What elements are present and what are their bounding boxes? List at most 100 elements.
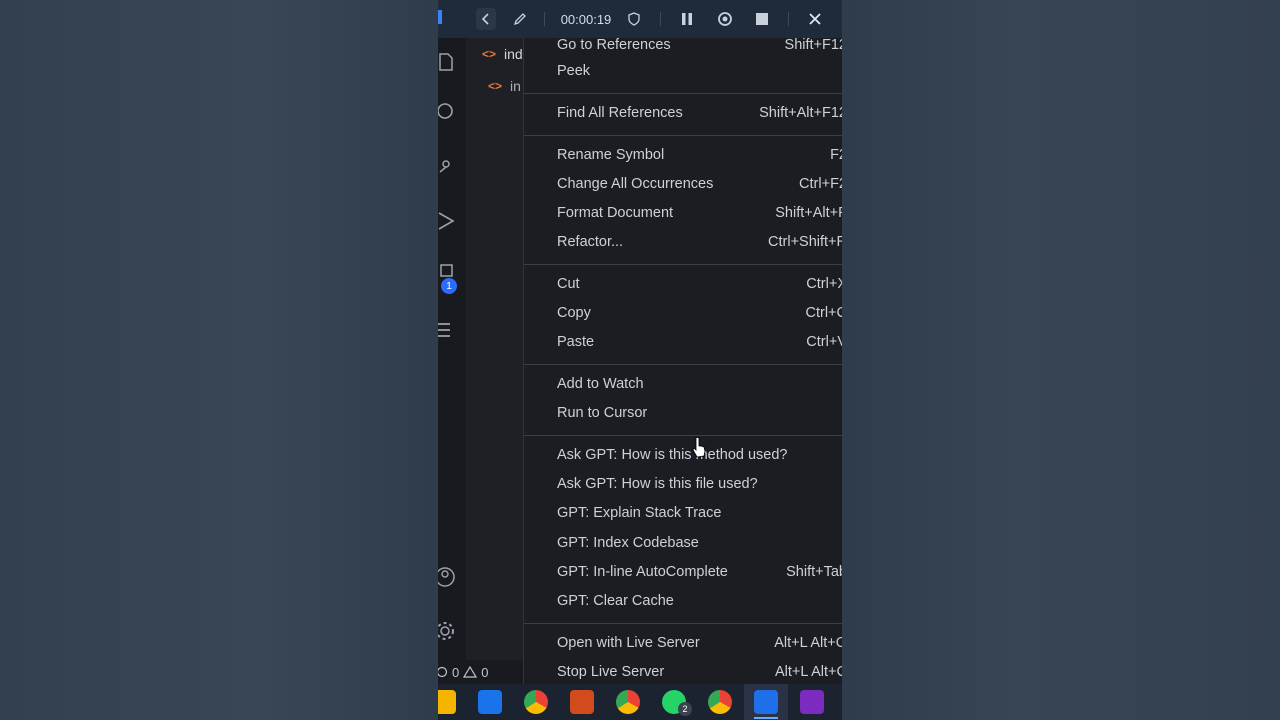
menu-item-shortcut: Shift+Tab [786,564,842,580]
warning-count: 0 [481,664,489,680]
menu-item[interactable]: GPT: Clear Cache [557,590,842,612]
html-file-icon: <> [488,79,503,93]
menu-item[interactable]: Run to Cursor [557,402,842,424]
run-debug-icon[interactable] [438,210,460,232]
chrome-profile-icon[interactable] [616,690,640,714]
menu-separator [524,93,842,94]
menu-item-shortcut: Ctrl+V [806,334,842,350]
pencil-icon [513,13,526,26]
menu-item-shortcut: Shift+Alt+F12 [759,105,842,121]
active-app-indicator [754,717,778,719]
pause-icon [682,13,692,25]
background-right [842,0,1280,720]
error-icon [438,666,448,678]
collapse-button[interactable] [476,8,496,30]
problems-indicator[interactable]: 0 0 [438,665,488,680]
menu-item[interactable]: GPT: Explain Stack Trace [557,502,842,524]
recorder-accent [438,10,442,24]
menu-item-label: GPT: Explain Stack Trace [557,505,722,521]
search-icon[interactable] [438,100,460,122]
menu-item-label: Ask GPT: How is this method used? [557,447,788,463]
windows-icon[interactable] [438,690,456,714]
menu-item-label: Peek [557,63,591,79]
stop-icon [756,13,768,25]
menu-item[interactable]: Refactor... Ctrl+Shift+R [557,231,842,253]
tab-label: ind [504,46,523,62]
editor-tab[interactable]: <> ind [482,46,523,62]
menu-item[interactable]: Rename SymbolF2 [557,144,842,166]
menu-separator [524,435,842,436]
chevron-left-icon [481,13,489,25]
shield-button[interactable] [624,8,644,30]
toolbar-divider [660,12,661,26]
menu-list-icon[interactable] [438,320,460,342]
error-count: 0 [452,664,460,680]
restart-button[interactable] [714,8,736,30]
account-icon[interactable] [438,566,460,588]
menu-item-shortcut: Ctrl+C [805,305,843,321]
warning-icon [463,666,478,678]
draw-button[interactable] [510,8,530,30]
menu-item[interactable]: Open with Live Server Alt+L Alt+O [557,632,842,654]
menu-item[interactable]: Ask GPT: How is this file used? [557,473,842,495]
menu-item-label: GPT: Index Codebase [557,535,699,551]
shield-icon [628,12,640,26]
menu-separator [524,623,842,624]
restart-icon [718,12,732,26]
taskbar: 2 [438,684,842,720]
background-left [0,0,438,720]
source-control-icon[interactable] [438,156,460,178]
breadcrumb[interactable]: <> in [488,78,521,94]
breadcrumb-label: in [510,78,521,94]
menu-item[interactable]: Format Document Shift+Alt+F [557,202,842,224]
menu-item[interactable]: Copy Ctrl+C [557,302,842,324]
menu-item-shortcut: Ctrl+X [806,276,842,292]
recording-timer: 00:00:19 [560,11,612,27]
chrome-icon[interactable] [524,690,548,714]
menu-separator [524,264,842,265]
menu-item[interactable]: GPT: In-line AutoComplete Shift+Tab [557,561,842,583]
chrome-alt-icon[interactable] [708,690,732,714]
menu-item[interactable]: GPT: Index Codebase [557,532,842,554]
menu-item[interactable]: Peek [557,60,842,82]
menu-item[interactable]: CutCtrl+X [557,273,842,295]
menu-item-shortcut: Ctrl+F2 [799,176,842,192]
whatsapp-badge: 2 [678,702,692,716]
mail-icon[interactable] [478,690,502,714]
context-menu: Go to References Shift+F12 Peek Find All Re… [523,37,842,684]
menu-item-label: Add to Watch [557,376,644,392]
wps-office-icon[interactable] [570,690,594,714]
menu-item-shortcut: Alt+L Alt+C [774,664,842,680]
menu-item-shortcut: Shift+F12 [784,37,842,53]
hand-cursor-icon [692,437,706,458]
extensions-badge: 1 [441,278,457,294]
menu-item[interactable]: Stop Live Server Alt+L Alt+C [557,661,842,683]
html-file-icon: <> [482,47,497,61]
close-button[interactable] [804,8,826,30]
menu-separator [524,135,842,136]
app-icon[interactable] [800,690,824,714]
gear-icon[interactable] [438,620,460,642]
menu-item-shortcut: Shift+Alt+F [775,205,842,221]
pause-button[interactable] [676,8,698,30]
menu-separator [524,364,842,365]
menu-item[interactable]: Change All OccurrencesCtrl+F2 [557,173,842,195]
toolbar-divider [788,12,789,26]
menu-item-shortcut: F2 [830,147,842,163]
close-icon [809,13,821,25]
activity-bar: 1 [438,38,466,660]
menu-item[interactable]: Find All References Shift+Alt+F12 [557,102,842,124]
menu-item[interactable]: Add to Watch [557,373,842,395]
menu-item[interactable]: PasteCtrl+V [557,331,842,353]
screen: 00:00:19 1 <> ind <> in 0 0 2 Go to Refe… [438,0,842,720]
stop-button[interactable] [751,8,773,30]
menu-item-label: GPT: Clear Cache [557,593,674,609]
recorder-toolbar: 00:00:19 [438,0,842,38]
menu-item-shortcut: Alt+L Alt+O [774,635,842,651]
menu-item[interactable]: Go to References Shift+F12 [557,34,842,56]
explorer-icon[interactable] [438,50,460,72]
menu-item-label: Run to Cursor [557,405,648,421]
toolbar-divider [544,12,545,26]
vscode-icon[interactable] [754,690,778,714]
menu-item-shortcut: Ctrl+Shift+R [768,234,842,250]
